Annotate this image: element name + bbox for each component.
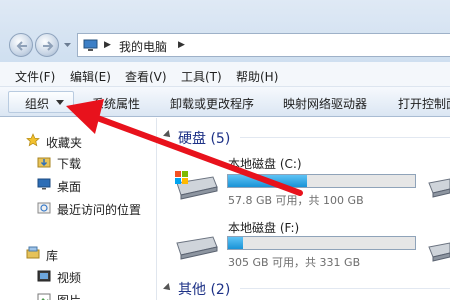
red-arrow-annotation (66, 99, 303, 196)
